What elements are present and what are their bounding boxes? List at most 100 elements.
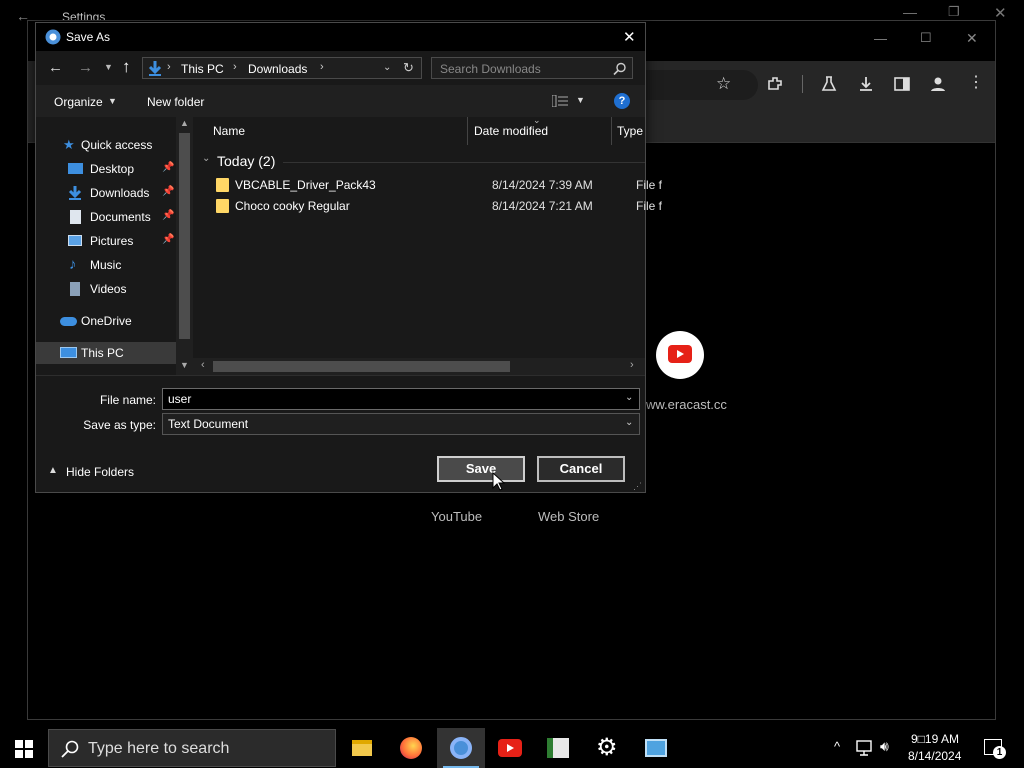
taskbar-file-explorer[interactable] xyxy=(338,728,386,768)
file-row[interactable]: VBCABLE_Driver_Pack43 8/14/2024 7:39 AM … xyxy=(211,175,662,195)
address-dropdown-chevron-icon[interactable]: ⌄ xyxy=(383,62,391,73)
minimize-icon[interactable]: — xyxy=(903,4,917,20)
scroll-left-icon[interactable]: ‹ xyxy=(201,359,205,371)
up-arrow-icon[interactable]: ↑ xyxy=(122,57,131,77)
download-icon[interactable] xyxy=(857,75,875,93)
scroll-up-icon[interactable]: ▲ xyxy=(180,118,189,128)
bookmark-star-icon[interactable]: ☆ xyxy=(716,74,731,94)
group-header-today[interactable]: Today (2) xyxy=(217,153,275,169)
search-icon xyxy=(613,62,626,76)
scroll-right-icon[interactable]: › xyxy=(630,359,634,371)
breadcrumb-this-pc[interactable]: This PC xyxy=(181,62,224,76)
dialog-navigation-bar: ← → ▼ ↑ › This PC › Downloads › ⌄ ↻ Sear… xyxy=(36,51,645,85)
extensions-icon[interactable] xyxy=(766,75,784,93)
nav-label: Quick access xyxy=(81,138,153,152)
column-header-date-modified[interactable]: Date modified xyxy=(474,124,548,138)
chrome-close-icon[interactable]: ✕ xyxy=(966,30,978,47)
group-divider xyxy=(283,162,645,163)
taskbar-search-box[interactable]: Type here to search xyxy=(48,729,336,767)
pin-icon: 📌 xyxy=(162,234,175,245)
column-header-type[interactable]: Type xyxy=(617,124,643,138)
taskbar-settings[interactable]: ⚙ xyxy=(583,728,631,768)
omnibox[interactable]: ☆ xyxy=(628,70,758,100)
dialog-close-icon[interactable]: ✕ xyxy=(623,28,636,46)
nav-item-onedrive[interactable]: OneDrive xyxy=(36,310,176,332)
nav-item-pictures[interactable]: Pictures 📌 xyxy=(36,230,176,252)
site-url-fragment: ww.eracast.cc xyxy=(646,397,727,412)
network-icon[interactable] xyxy=(856,740,874,756)
group-collapse-chevron-icon[interactable]: ⌄ xyxy=(202,153,210,164)
nav-pane-scrollbar[interactable]: ▲ ▼ xyxy=(176,117,193,375)
forward-arrow-icon[interactable]: → xyxy=(78,59,93,76)
chrome-minimize-icon[interactable]: — xyxy=(874,31,887,46)
nav-item-downloads[interactable]: Downloads 📌 xyxy=(36,182,176,204)
nav-item-quick-access[interactable]: ★ Quick access xyxy=(36,134,176,156)
pin-icon: 📌 xyxy=(162,210,175,221)
nav-scroll-thumb[interactable] xyxy=(179,133,190,339)
firefox-icon xyxy=(400,737,422,759)
clock-date[interactable]: 8/14/2024 xyxy=(908,749,961,763)
breadcrumb-downloads[interactable]: Downloads xyxy=(248,62,307,76)
taskbar-firefox[interactable] xyxy=(387,728,435,768)
chevron-up-icon[interactable]: ^ xyxy=(834,739,840,754)
taskbar-app[interactable] xyxy=(534,728,582,768)
save-as-type-dropdown-icon[interactable]: ⌄ xyxy=(625,417,633,428)
view-dropdown-chevron-icon[interactable]: ▼ xyxy=(576,95,585,105)
notification-badge: 1 xyxy=(993,746,1006,759)
clock-time[interactable]: 9□19 AM xyxy=(911,732,959,746)
file-row[interactable]: Choco cooky Regular 8/14/2024 7:21 AM Fi… xyxy=(211,196,662,216)
help-icon[interactable]: ? xyxy=(614,93,630,109)
column-separator xyxy=(467,117,468,145)
shortcut-webstore-label[interactable]: Web Store xyxy=(538,509,599,524)
volume-icon[interactable]: 🔊︎ xyxy=(880,738,889,755)
taskbar-chrome[interactable] xyxy=(437,728,485,768)
toolbar-divider xyxy=(802,75,803,93)
back-arrow-icon[interactable]: ← xyxy=(48,59,63,76)
nav-item-this-pc[interactable]: This PC xyxy=(36,342,176,364)
file-type: File f xyxy=(636,178,663,192)
horizontal-scroll-thumb[interactable] xyxy=(213,361,510,372)
organize-button[interactable]: Organize xyxy=(54,95,103,109)
file-type: File f xyxy=(636,199,663,213)
windows-start-icon[interactable] xyxy=(15,740,33,758)
file-name: Choco cooky Regular xyxy=(235,199,350,213)
taskbar-youtube[interactable] xyxy=(486,728,534,768)
cloud-icon xyxy=(60,317,77,326)
nav-item-documents[interactable]: Documents 📌 xyxy=(36,206,176,228)
file-name-input[interactable]: user ⌄ xyxy=(162,388,640,410)
file-name-label: File name: xyxy=(99,393,156,407)
search-downloads-input[interactable]: Search Downloads xyxy=(431,57,633,79)
taskbar-search-placeholder: Type here to search xyxy=(88,740,230,757)
nav-item-music[interactable]: ♪ Music xyxy=(36,254,176,276)
save-as-type-select[interactable]: Text Document ⌄ xyxy=(162,413,640,435)
save-as-type-value: Text Document xyxy=(168,417,249,431)
new-folder-button[interactable]: New folder xyxy=(147,95,204,109)
breadcrumb-separator-icon: › xyxy=(233,61,237,73)
nav-label: Documents xyxy=(90,210,151,224)
recent-locations-chevron-icon[interactable]: ▼ xyxy=(104,62,113,72)
view-options-icon[interactable] xyxy=(552,95,568,107)
save-button[interactable]: Save xyxy=(437,456,525,482)
file-name-dropdown-icon[interactable]: ⌄ xyxy=(625,392,633,403)
menu-dots-icon[interactable]: ⋮ xyxy=(968,72,984,92)
nav-item-desktop[interactable]: Desktop 📌 xyxy=(36,158,176,180)
chrome-maximize-icon[interactable]: ☐ xyxy=(920,30,932,46)
notification-center-icon[interactable]: 1 xyxy=(984,739,1006,759)
youtube-shortcut-tile[interactable] xyxy=(656,331,704,379)
scroll-down-icon[interactable]: ▼ xyxy=(180,360,189,370)
nav-item-videos[interactable]: Videos xyxy=(36,278,176,300)
labs-flask-icon[interactable] xyxy=(820,75,838,93)
file-list-horizontal-scrollbar[interactable]: ‹ › xyxy=(193,358,645,375)
taskbar-control-panel[interactable] xyxy=(632,728,680,768)
restore-icon[interactable]: ❐ xyxy=(948,4,960,20)
address-bar[interactable]: › This PC › Downloads › ⌄ ↻ xyxy=(142,57,422,79)
shortcut-youtube-label[interactable]: YouTube xyxy=(431,509,482,524)
save-as-type-label: Save as type: xyxy=(83,418,156,432)
profile-icon[interactable] xyxy=(929,75,947,93)
refresh-icon[interactable]: ↻ xyxy=(403,60,414,76)
resize-grip-icon[interactable]: ⋰ xyxy=(633,481,642,492)
column-header-name[interactable]: Name xyxy=(213,124,245,138)
side-panel-icon[interactable] xyxy=(893,75,911,93)
cancel-button[interactable]: Cancel xyxy=(537,456,625,482)
chevron-up-icon: ▲ xyxy=(48,465,58,476)
